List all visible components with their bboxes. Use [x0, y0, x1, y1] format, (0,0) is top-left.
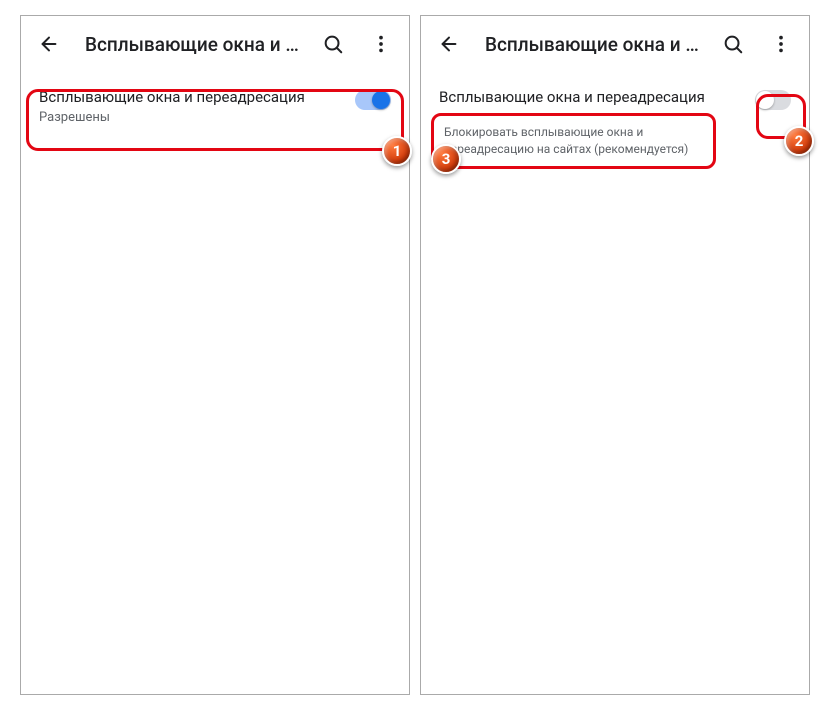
search-icon	[322, 33, 344, 55]
back-button[interactable]	[29, 24, 69, 64]
phone-right: Всплывающие окна и п… Всплывающие окна и…	[420, 15, 810, 695]
arrow-back-icon	[38, 33, 60, 55]
tooltip-text: Блокировать всплывающие окна и переадрес…	[444, 124, 703, 158]
toolbar: Всплывающие окна и п…	[21, 16, 409, 72]
phone-left: Всплывающие окна и п… Всплывающие окна и…	[20, 15, 410, 695]
more-vert-icon	[370, 33, 392, 55]
page-title: Всплывающие окна и п…	[77, 33, 305, 56]
page-title: Всплывающие окна и п…	[477, 33, 705, 56]
search-button[interactable]	[313, 24, 353, 64]
search-icon	[722, 33, 744, 55]
more-vert-icon	[770, 33, 792, 55]
setting-title: Всплывающие окна и переадресация	[39, 88, 343, 108]
tooltip-box: Блокировать всплывающие окна и переадрес…	[431, 113, 716, 169]
setting-title: Всплывающие окна и переадресация	[439, 88, 743, 108]
switch-knob	[372, 91, 390, 109]
toolbar: Всплывающие окна и п…	[421, 16, 809, 72]
setting-subtitle: Разрешены	[39, 110, 343, 127]
setting-text: Всплывающие окна и переадресация Разреше…	[39, 88, 343, 126]
annotation-marker-3: 3	[431, 144, 461, 174]
more-button[interactable]	[761, 24, 801, 64]
annotation-marker-1: 1	[382, 136, 412, 166]
popup-setting-row[interactable]: Всплывающие окна и переадресация Разреше…	[39, 88, 391, 126]
annotation-marker-2: 2	[784, 126, 814, 156]
arrow-back-icon	[438, 33, 460, 55]
popup-setting-row[interactable]: Всплывающие окна и переадресация	[439, 88, 791, 110]
search-button[interactable]	[713, 24, 753, 64]
content-area: Всплывающие окна и переадресация Разреше…	[21, 72, 409, 142]
more-button[interactable]	[361, 24, 401, 64]
popup-toggle[interactable]	[355, 90, 391, 110]
setting-text: Всплывающие окна и переадресация	[439, 88, 743, 108]
back-button[interactable]	[429, 24, 469, 64]
switch-knob	[756, 91, 774, 109]
popup-toggle[interactable]	[755, 90, 791, 110]
